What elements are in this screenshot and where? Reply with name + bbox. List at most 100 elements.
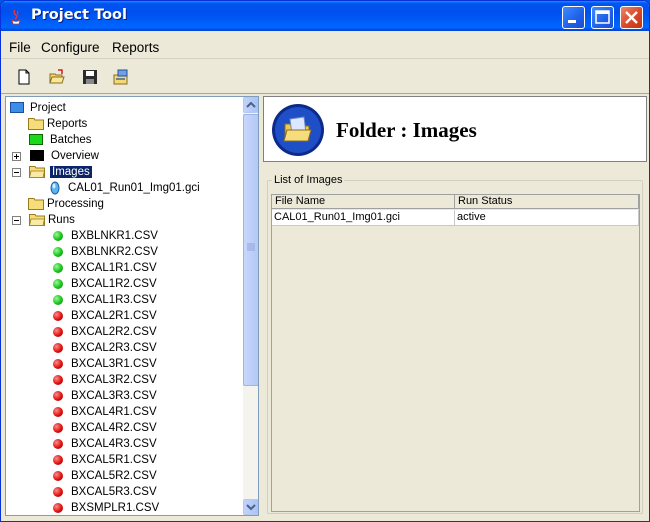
status-red-icon	[53, 471, 63, 481]
tree-label: BXCAL5R2.CSV	[71, 470, 157, 482]
toolbar	[1, 60, 649, 94]
tree-node-processing[interactable]: Processing	[28, 196, 228, 212]
tree-label: BXCAL2R2.CSV	[71, 326, 157, 338]
tree-node-reports[interactable]: Reports	[28, 116, 228, 132]
menu-bar: File Configure Reports	[1, 32, 649, 59]
column-header-file-name[interactable]: File Name	[272, 195, 455, 209]
tree-node-image-file[interactable]: CAL01_Run01_Img01.gci	[46, 180, 246, 196]
tree-scrollbar[interactable]	[243, 97, 258, 515]
table-row[interactable]: CAL01_Run01_Img01.gci active	[272, 210, 639, 226]
scroll-thumb[interactable]	[243, 114, 258, 386]
tree-label: Overview	[51, 150, 99, 162]
tree-node-run-file[interactable]: BXCAL4R1.CSV	[48, 404, 238, 420]
tree-label: BXCAL2R3.CSV	[71, 342, 157, 354]
tree-node-run-file[interactable]: BXBLNKR1.CSV	[48, 228, 238, 244]
tree-label: BXCAL1R3.CSV	[71, 294, 157, 306]
menu-configure[interactable]: Configure	[41, 40, 100, 55]
tree-label: BXCAL3R1.CSV	[71, 358, 157, 370]
tree-label: BXCAL4R3.CSV	[71, 438, 157, 450]
tree-label: Project	[30, 102, 66, 114]
folder-badge-icon	[272, 104, 324, 156]
tree-node-runs[interactable]: Runs	[10, 212, 230, 228]
tree-label: BXBLNKR1.CSV	[71, 230, 158, 242]
tree-label: BXCAL3R2.CSV	[71, 374, 157, 386]
overview-icon	[30, 150, 44, 161]
tree-node-run-file[interactable]: BXCAL1R3.CSV	[48, 292, 238, 308]
tree-node-run-file[interactable]: BXCAL2R1.CSV	[48, 308, 238, 324]
close-button[interactable]	[620, 6, 643, 29]
status-red-icon	[53, 503, 63, 513]
save-button[interactable]	[79, 66, 101, 88]
title-bar[interactable]: Project Tool	[1, 1, 649, 31]
folder-icon	[28, 198, 44, 210]
collapse-icon[interactable]	[12, 216, 21, 225]
tree-label: Reports	[47, 118, 88, 130]
detail-pane: Folder : Images List of Images File Name…	[263, 96, 647, 518]
export-button[interactable]	[110, 66, 132, 88]
tree-label: BXCAL5R3.CSV	[71, 486, 157, 498]
tree-node-run-file[interactable]: BXCAL2R2.CSV	[48, 324, 238, 340]
maximize-button[interactable]	[591, 6, 614, 29]
status-green-icon	[53, 263, 63, 273]
window-title: Project Tool	[31, 7, 127, 23]
tree-node-project[interactable]: Project	[10, 100, 210, 116]
tree-node-run-file[interactable]: BXCAL1R2.CSV	[48, 276, 238, 292]
tree-node-run-file[interactable]: BXCAL1R1.CSV	[48, 260, 238, 276]
minimize-button[interactable]	[562, 6, 585, 29]
tree-label: CAL01_Run01_Img01.gci	[68, 182, 200, 194]
table-header: File Name Run Status	[272, 195, 639, 209]
group-title: List of Images	[272, 174, 345, 186]
images-group: List of Images File Name Run Status CAL0…	[267, 174, 643, 514]
save-disk-icon	[83, 70, 97, 84]
java-cup-icon	[11, 9, 21, 25]
tree-node-run-file[interactable]: BXSMPLR1.CSV	[48, 500, 238, 515]
new-document-icon	[18, 69, 30, 85]
status-green-icon	[53, 295, 63, 305]
new-button[interactable]	[13, 66, 35, 88]
status-green-icon	[53, 279, 63, 289]
chevron-down-icon	[246, 504, 256, 511]
status-red-icon	[53, 407, 63, 417]
maximize-icon	[595, 10, 610, 24]
status-red-icon	[53, 439, 63, 449]
tree-node-run-file[interactable]: BXCAL4R2.CSV	[48, 420, 238, 436]
status-red-icon	[53, 375, 63, 385]
project-icon	[10, 102, 24, 113]
expand-icon[interactable]	[12, 152, 21, 161]
status-red-icon	[53, 311, 63, 321]
tree-node-run-file[interactable]: BXCAL3R2.CSV	[48, 372, 238, 388]
scroll-down-button[interactable]	[243, 499, 258, 515]
tree-node-run-file[interactable]: BXCAL3R1.CSV	[48, 356, 238, 372]
tree-node-run-file[interactable]: BXCAL3R3.CSV	[48, 388, 238, 404]
tree-node-run-file[interactable]: BXCAL2R3.CSV	[48, 340, 238, 356]
image-file-icon	[50, 181, 60, 195]
tree-node-batches[interactable]: Batches	[28, 132, 228, 148]
tree-label: BXCAL1R2.CSV	[71, 278, 157, 290]
tree-node-run-file[interactable]: BXCAL5R2.CSV	[48, 468, 238, 484]
project-tree[interactable]: Project Reports Batches Overview Images …	[5, 96, 259, 516]
collapse-icon[interactable]	[12, 168, 21, 177]
tree-node-run-file[interactable]: BXCAL5R1.CSV	[48, 452, 238, 468]
open-folder-icon	[29, 166, 45, 178]
images-table[interactable]: File Name Run Status CAL01_Run01_Img01.g…	[271, 194, 640, 512]
grip-icon	[247, 243, 255, 251]
scroll-up-button[interactable]	[243, 97, 258, 113]
main-window: Project Tool File Configure Reports Proj…	[0, 0, 650, 522]
menu-file[interactable]: File	[9, 40, 31, 55]
folder-header: Folder : Images	[263, 96, 647, 162]
tree-node-run-file[interactable]: BXCAL4R3.CSV	[48, 436, 238, 452]
cell-file-name: CAL01_Run01_Img01.gci	[272, 210, 455, 226]
column-header-run-status[interactable]: Run Status	[455, 195, 639, 209]
tree-label: BXSMPLR1.CSV	[71, 502, 160, 514]
tree-label: BXBLNKR2.CSV	[71, 246, 158, 258]
open-folder-icon	[49, 69, 65, 84]
tree-node-images[interactable]: Images	[10, 164, 230, 180]
tree-node-run-file[interactable]: BXBLNKR2.CSV	[48, 244, 238, 260]
status-red-icon	[53, 487, 63, 497]
tree-label: BXCAL5R1.CSV	[71, 454, 157, 466]
open-button[interactable]	[46, 66, 68, 88]
tree-node-run-file[interactable]: BXCAL5R3.CSV	[48, 484, 238, 500]
folder-icon	[28, 118, 44, 130]
tree-node-overview[interactable]: Overview	[10, 148, 230, 164]
menu-reports[interactable]: Reports	[112, 40, 159, 55]
